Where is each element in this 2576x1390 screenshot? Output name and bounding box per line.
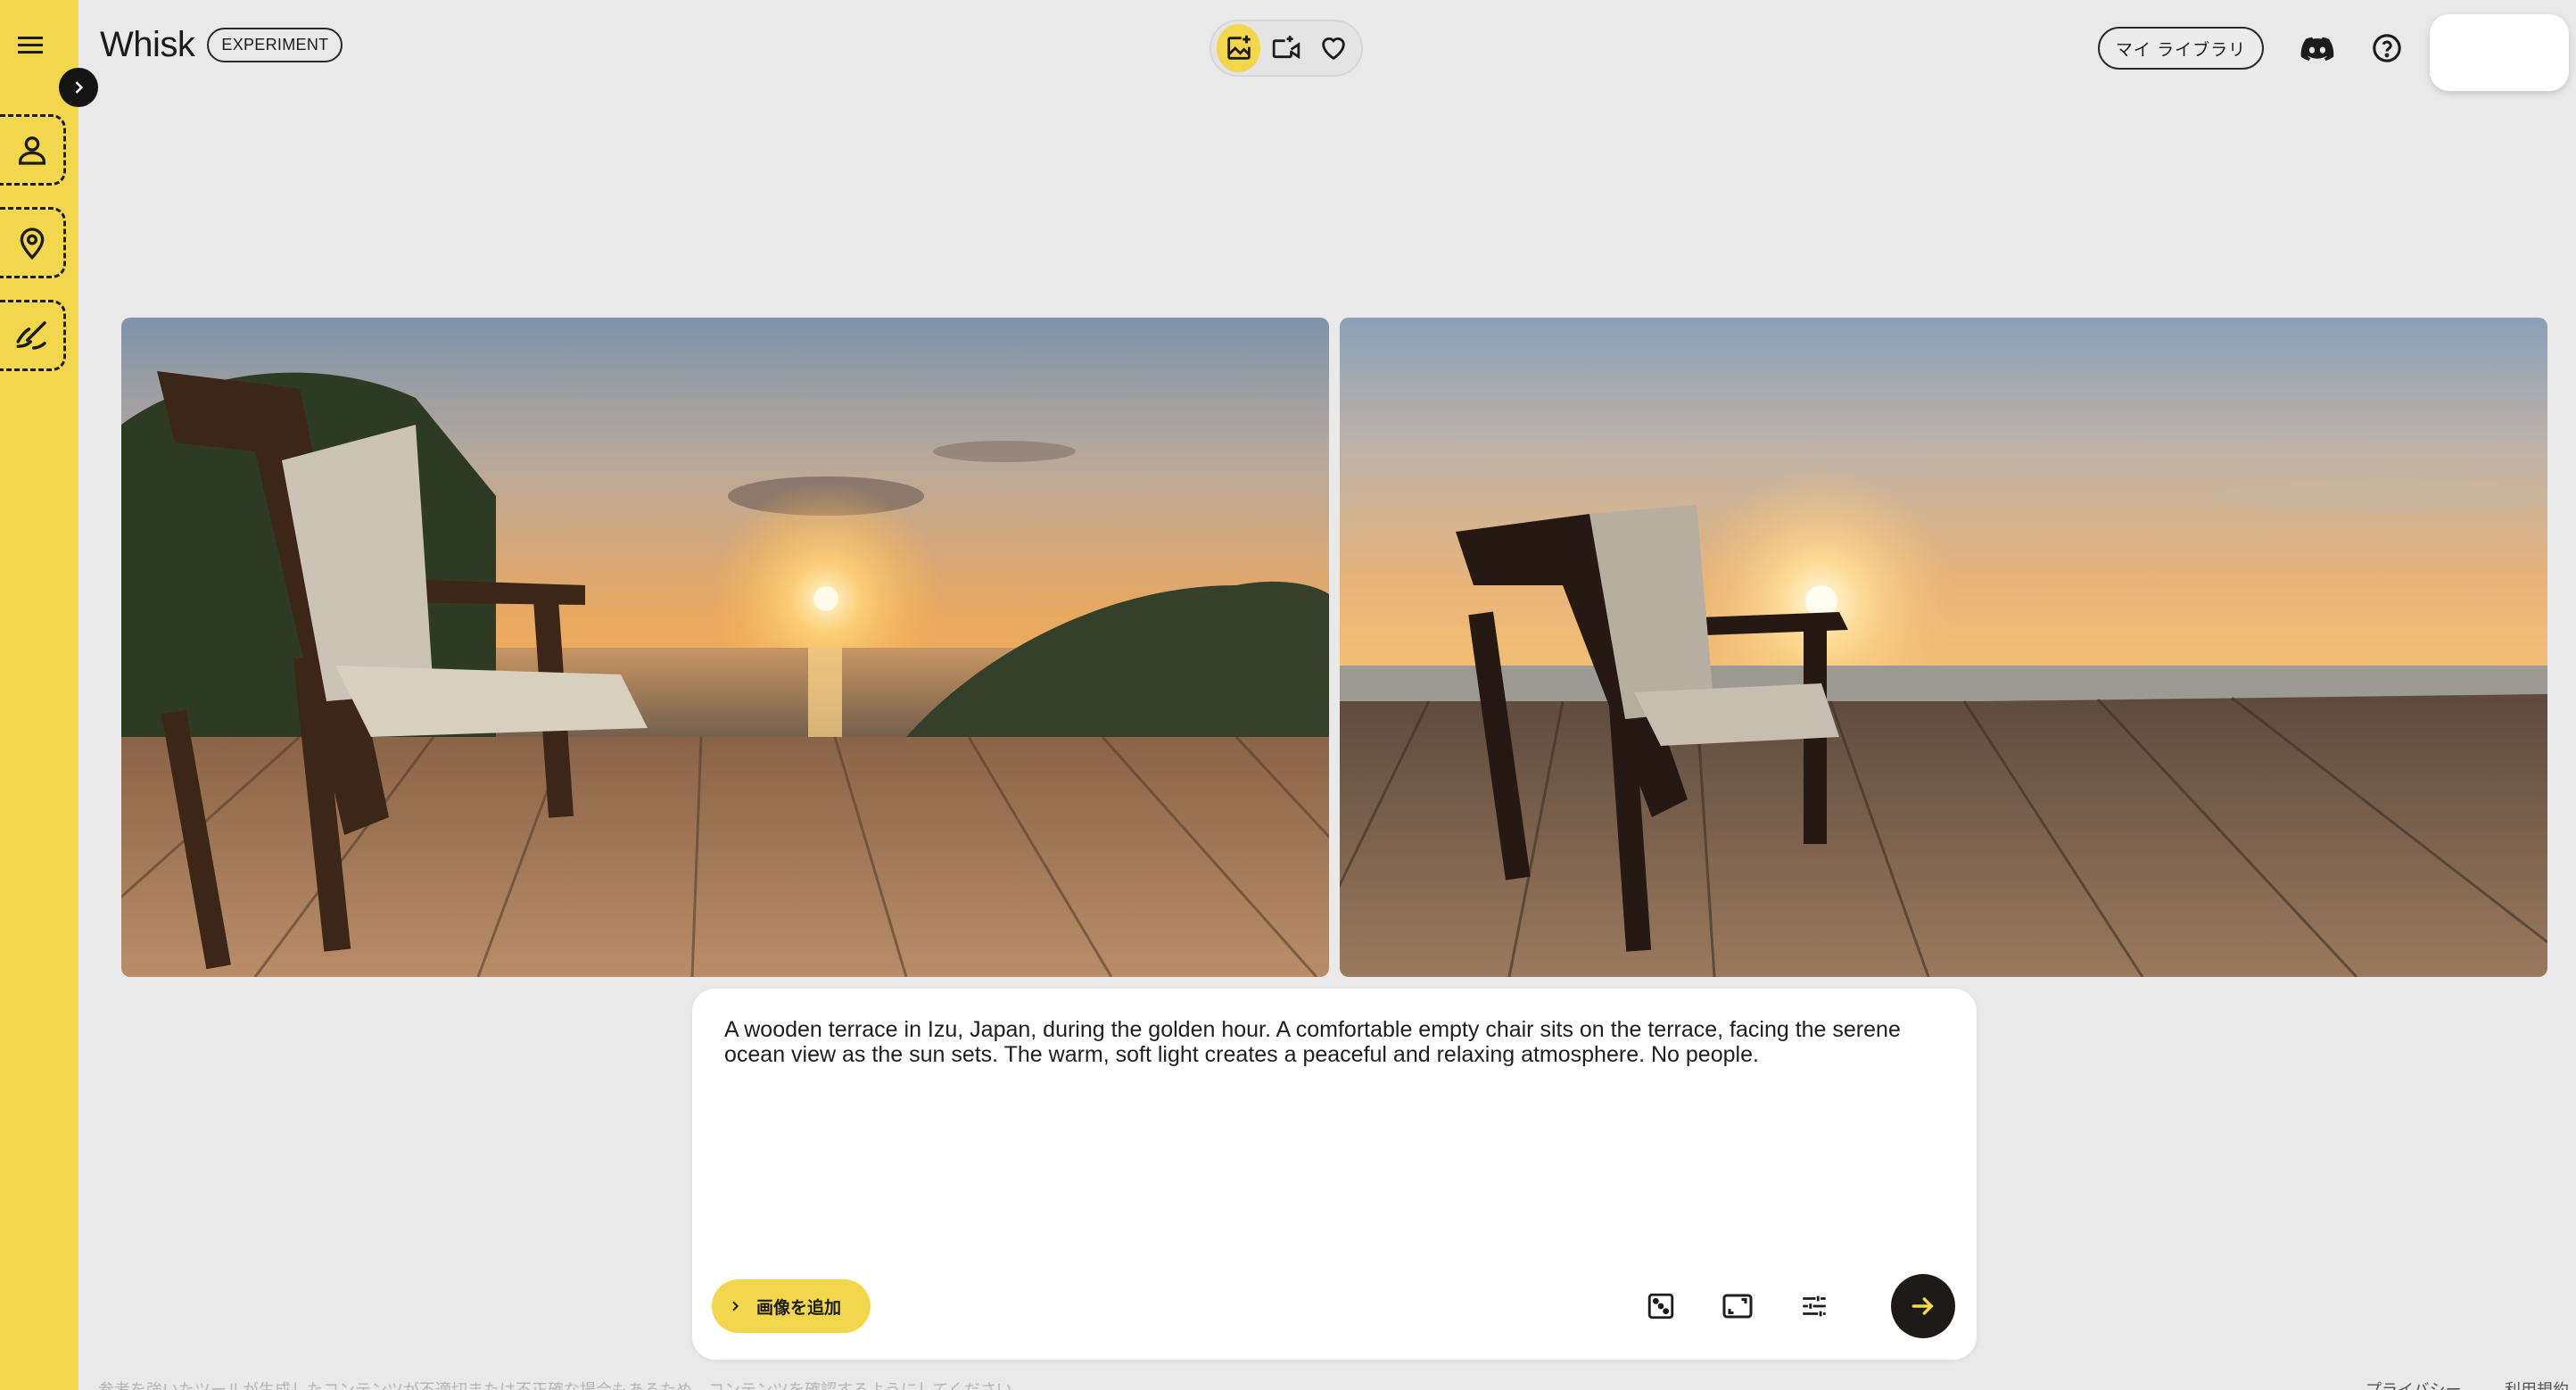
expand-sidebar-button[interactable] [59, 68, 98, 107]
whisk-app: Whisk EXPERIMENT マイ ライブラリ A wooden terra… [0, 0, 2576, 1390]
arrow-right-icon [1911, 1297, 1934, 1315]
submit-button[interactable] [1891, 1274, 1955, 1338]
sunset-terrace-image-2 [1340, 318, 2547, 977]
prompt-textarea[interactable]: A wooden terrace in Izu, Japan, during t… [724, 1017, 1946, 1067]
aspect-ratio-icon [1722, 1294, 1753, 1319]
add-image-button[interactable]: 画像を追加 [712, 1279, 871, 1333]
style-slot[interactable] [0, 300, 66, 371]
video-spark-icon [1272, 36, 1300, 60]
brand: Whisk EXPERIMENT [100, 25, 343, 65]
heart-icon [1322, 37, 1346, 61]
mode-switcher [1210, 20, 1363, 77]
app-title: Whisk [100, 25, 195, 64]
left-sidebar [0, 0, 78, 1390]
subject-slot[interactable] [0, 114, 66, 186]
settings-sliders-button[interactable] [1791, 1283, 1837, 1329]
discord-icon [2300, 37, 2334, 62]
privacy-link[interactable]: プライバシー [2365, 1378, 2462, 1390]
hamburger-menu-icon [18, 37, 43, 54]
account-avatar[interactable] [2430, 14, 2569, 91]
footer-disclaimer: 参考を強いたツールが生成したコンテンツが不適切または不正確な場合もあるため、コン… [98, 1381, 1028, 1390]
aspect-ratio-button[interactable] [1714, 1283, 1761, 1329]
person-icon [18, 137, 45, 165]
brush-icon [16, 321, 46, 350]
help-circle-icon [2373, 34, 2401, 62]
video-mode-button[interactable] [1264, 24, 1308, 72]
experiment-badge: EXPERIMENT [207, 28, 343, 62]
chevron-right-icon [732, 1301, 739, 1311]
image-mode-button[interactable] [1217, 24, 1261, 72]
discord-button[interactable] [2296, 27, 2339, 70]
tune-sliders-icon [1803, 1295, 1826, 1317]
generated-image-1[interactable] [121, 318, 1329, 977]
menu-button[interactable] [12, 27, 48, 62]
random-dice-button[interactable] [1638, 1283, 1684, 1329]
image-spark-icon [1226, 35, 1251, 60]
location-pin-icon [20, 228, 44, 261]
favorites-button[interactable] [1312, 24, 1356, 72]
dice-icon [1647, 1293, 1674, 1320]
terms-link[interactable]: 利用規約 [2505, 1378, 2569, 1390]
add-image-label: 画像を追加 [756, 1298, 842, 1318]
generated-image-2[interactable] [1340, 318, 2547, 977]
sunset-terrace-image-1 [121, 318, 1329, 977]
help-button[interactable] [2365, 27, 2408, 70]
chevron-right-icon [75, 81, 84, 94]
my-library-button[interactable]: マイ ライブラリ [2098, 27, 2264, 70]
prompt-card: A wooden terrace in Izu, Japan, during t… [692, 989, 1977, 1360]
scene-slot[interactable] [0, 207, 66, 278]
